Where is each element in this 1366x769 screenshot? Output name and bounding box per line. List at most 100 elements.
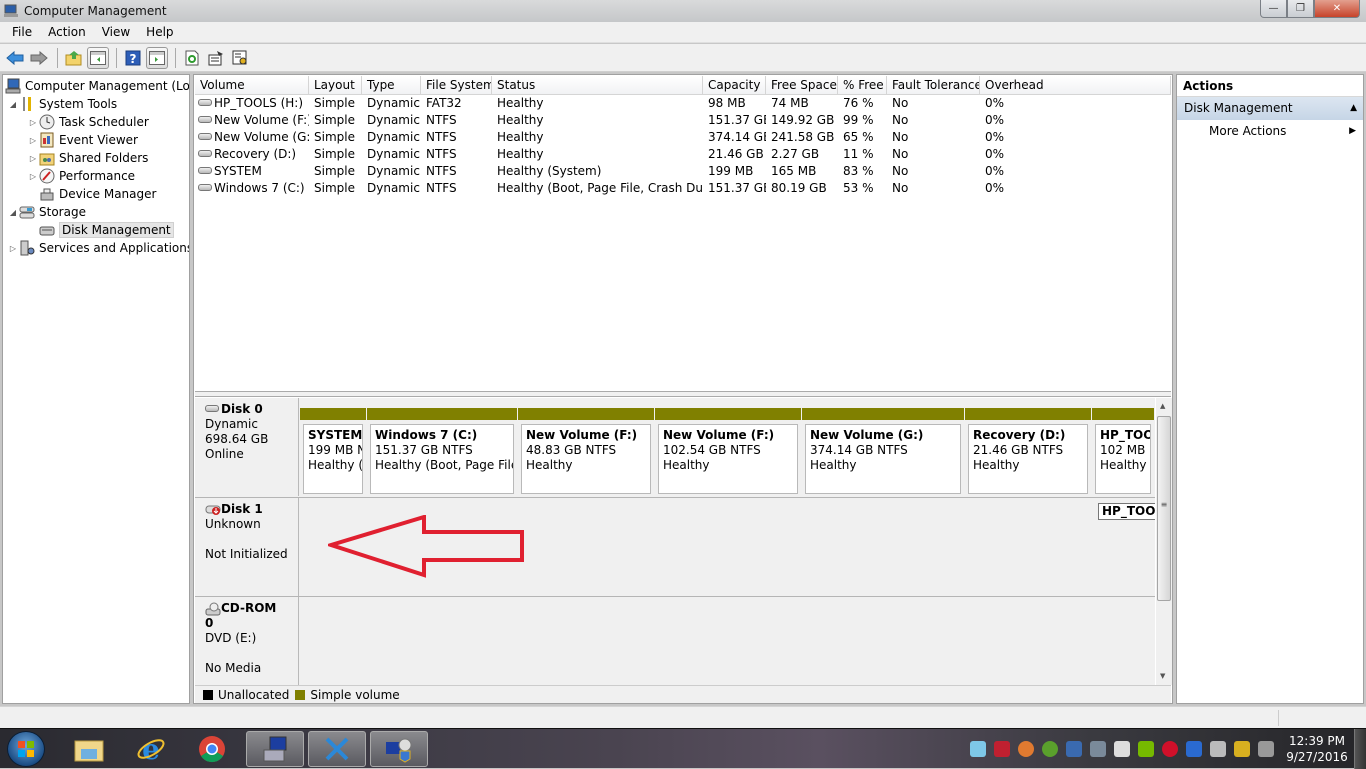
up-one-level-button[interactable] [63, 47, 85, 69]
volume-icon [198, 99, 212, 106]
col-header-percent-free[interactable]: % Free [838, 76, 887, 94]
show-hide-action-pane-button[interactable] [146, 46, 168, 69]
show-hide-console-tree-button[interactable] [87, 46, 109, 69]
partition-details: HP_TOOLS (H:)102 MB FHealthy [1095, 424, 1151, 494]
expand-icon[interactable]: ▷ [7, 244, 19, 253]
col-header-volume[interactable]: Volume [195, 76, 309, 94]
disk-0-info[interactable]: Disk 0 Dynamic 698.64 GB Online [195, 398, 299, 496]
settings-button[interactable] [229, 47, 251, 69]
tray-action-center-icon[interactable] [1114, 741, 1130, 757]
collapse-icon[interactable]: ◢ [7, 208, 19, 217]
minimize-button[interactable]: — [1260, 0, 1287, 18]
tree-item-performance[interactable]: ▷ Performance [27, 167, 135, 185]
tray-blocked-app-icon[interactable] [1018, 741, 1034, 757]
table-row[interactable]: New Volume (F:) Simple Dynamic NTFS Healthy 1… [195, 112, 1171, 129]
expand-icon[interactable]: ▷ [27, 154, 39, 163]
scroll-thumb[interactable]: ≡ [1157, 416, 1171, 601]
menu-view[interactable]: View [94, 25, 138, 39]
pane-splitter[interactable] [195, 391, 1171, 397]
col-header-type[interactable]: Type [362, 76, 421, 94]
tree-item-system-tools[interactable]: ◢ System Tools [7, 95, 117, 113]
tray-nvidia-icon[interactable] [1138, 741, 1154, 757]
tree-item-task-scheduler[interactable]: ▷ Task Scheduler [27, 113, 149, 131]
partition-block[interactable]: Windows 7 (C:) 151.37 GB NTFS Healthy (Boo… [367, 408, 517, 494]
col-header-overhead[interactable]: Overhead [980, 76, 1171, 94]
tray-battery-icon[interactable] [1210, 741, 1226, 757]
back-button[interactable] [4, 47, 26, 69]
taskbar-internet-explorer[interactable]: e [122, 731, 180, 767]
tray-app-icon[interactable] [970, 741, 986, 757]
taskbar-tools[interactable] [308, 731, 366, 767]
forward-button[interactable] [28, 47, 50, 69]
restore-button[interactable]: ❐ [1287, 0, 1314, 18]
tray-antivirus-warning-icon[interactable] [994, 741, 1010, 757]
partition-block[interactable]: Recovery (D:) 21.46 GB NTFS Healthy [965, 408, 1091, 494]
close-button[interactable]: ✕ [1314, 0, 1360, 18]
partition-block[interactable]: New Volume (F:) 102.54 GB NTFS Healthy [655, 408, 801, 494]
tray-usb-device-icon[interactable] [1090, 741, 1106, 757]
cdrom-0-info[interactable]: CD-ROM 0 DVD (E:) No Media [195, 597, 299, 685]
start-button[interactable] [7, 731, 45, 767]
col-header-layout[interactable]: Layout [309, 76, 362, 94]
tree-item-shared-folders[interactable]: ▷ Shared Folders [27, 149, 148, 167]
taskbar-clock[interactable]: 12:39 PM 9/27/2016 [1282, 733, 1352, 765]
expand-icon[interactable]: ▷ [27, 172, 39, 181]
partition-block[interactable]: HP_TOOLS (H:)102 MB FHealthy [1092, 408, 1154, 494]
tray-beats-audio-icon[interactable] [1162, 741, 1178, 757]
disk-1-info[interactable]: Disk 1 Unknown Not Initialized [195, 498, 299, 596]
disk-view-vertical-scrollbar[interactable]: ▲ ≡ ▼ [1156, 398, 1172, 685]
taskbar-google-chrome[interactable] [183, 731, 241, 767]
disk-unknown-icon [205, 505, 221, 515]
tray-utorrent-icon[interactable] [1042, 741, 1058, 757]
partition-block[interactable]: New Volume (G:) 374.14 GB NTFS Healthy [802, 408, 964, 494]
help-button[interactable]: ? [122, 47, 144, 69]
partition-block[interactable]: New Volume (F:) 48.83 GB NTFS Healthy [518, 408, 654, 494]
computer-management-icon [263, 736, 287, 762]
tray-network-warning-icon[interactable] [1234, 741, 1250, 757]
collapse-icon[interactable]: ◢ [7, 100, 19, 109]
col-header-file-system[interactable]: File System [421, 76, 492, 94]
tree-item-computer-management[interactable]: Computer Management (Local [5, 77, 189, 95]
table-row[interactable]: New Volume (G:) Simple Dynamic NTFS Healthy 3… [195, 129, 1171, 146]
tree-item-event-viewer[interactable]: ▷ Event Viewer [27, 131, 138, 149]
tray-snowflake-icon[interactable] [1186, 741, 1202, 757]
show-desktop-button[interactable] [1354, 729, 1366, 769]
table-cell: NTFS [426, 181, 457, 195]
table-cell: Healthy (Boot, Page File, Crash Dump) [497, 181, 703, 195]
menu-file[interactable]: File [4, 25, 40, 39]
table-row[interactable]: Recovery (D:) Simple Dynamic NTFS Healthy 21.… [195, 146, 1171, 163]
taskbar-windows-explorer[interactable] [60, 731, 118, 767]
col-header-capacity[interactable]: Capacity [703, 76, 766, 94]
tray-volume-muted-icon[interactable] [1258, 741, 1274, 757]
properties-button[interactable] [205, 47, 227, 69]
scroll-up-icon[interactable]: ▲ [1160, 402, 1165, 410]
tree-item-disk-management[interactable]: Disk Management [39, 221, 174, 239]
tree-item-storage[interactable]: ◢ Storage [7, 203, 86, 221]
actions-section-disk-management[interactable]: Disk Management ▲ [1177, 97, 1363, 120]
tree-item-services-and-applications[interactable]: ▷ Services and Applications [7, 239, 189, 257]
performance-icon [39, 168, 55, 184]
table-row[interactable]: SYSTEM Simple Dynamic NTFS Healthy (System) 1… [195, 163, 1171, 180]
expand-icon[interactable]: ▷ [27, 118, 39, 127]
disk-status: No Media [205, 661, 262, 675]
expand-icon[interactable]: ▷ [27, 136, 39, 145]
refresh-button[interactable] [181, 47, 203, 69]
table-cell: NTFS [426, 147, 457, 161]
collapse-up-icon[interactable]: ▲ [1350, 97, 1357, 120]
table-cell: 0% [985, 113, 1005, 127]
table-row[interactable]: Windows 7 (C:) Simple Dynamic NTFS Healthy (… [195, 180, 1171, 197]
action-pane-icon [149, 50, 165, 65]
taskbar-network-security[interactable] [370, 731, 428, 767]
col-header-free-space[interactable]: Free Space [766, 76, 838, 94]
tree-item-device-manager[interactable]: Device Manager [39, 185, 156, 203]
taskbar-computer-management[interactable] [246, 731, 304, 767]
more-actions-item[interactable]: More Actions ▶ [1177, 120, 1363, 143]
col-header-status[interactable]: Status [492, 76, 703, 94]
table-row[interactable]: HP_TOOLS (H:) Simple Dynamic FAT32 Healthy 98… [195, 95, 1171, 112]
scroll-down-icon[interactable]: ▼ [1160, 672, 1165, 680]
menu-help[interactable]: Help [138, 25, 181, 39]
col-header-fault-tolerance[interactable]: Fault Tolerance [887, 76, 980, 94]
menu-action[interactable]: Action [40, 25, 94, 39]
tray-tools-icon[interactable] [1066, 741, 1082, 757]
partition-block[interactable]: SYSTEM199 MB NHealthy (S [300, 408, 366, 494]
